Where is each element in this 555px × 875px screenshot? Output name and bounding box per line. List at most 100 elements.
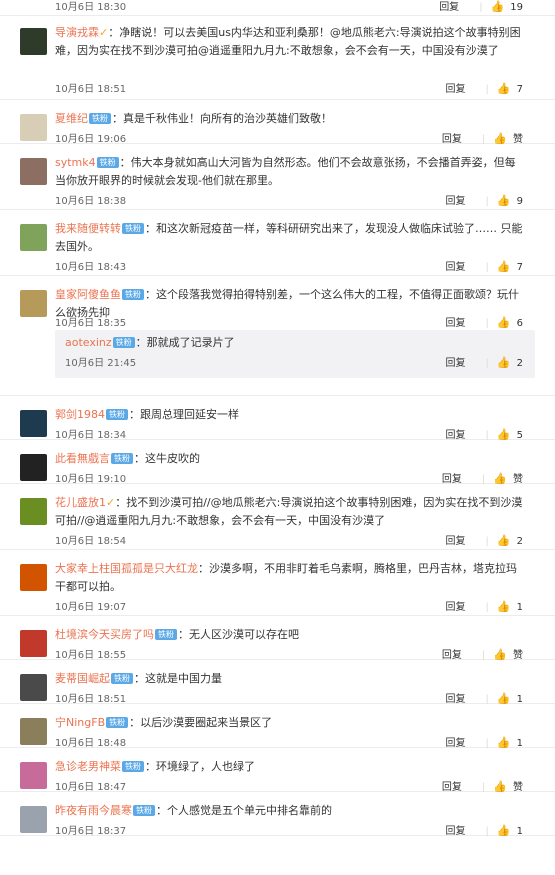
vip-badge-icon: ✓ [106, 496, 116, 509]
comment-date: 10月6日 18:47 [55, 782, 127, 793]
reply-button[interactable]: 回复 [446, 536, 466, 547]
divider: | [485, 358, 489, 369]
commenter-name[interactable]: 昨夜有雨今晨寒 [55, 804, 132, 817]
like-count: 7 [516, 262, 523, 273]
commenter-name[interactable]: sytmk4 [55, 156, 96, 169]
avatar[interactable] [20, 224, 47, 251]
like-count: 1 [516, 602, 523, 613]
fan-badge: 铁粉 [133, 805, 155, 816]
commenter-name[interactable]: 大家幸上柱国孤孤是只大红龙 [55, 562, 198, 575]
comment: 导演戎霖✓：净瞎说！可以去美国us内华达和亚利桑那！@地瓜熊老六:导演说拍这个故… [0, 16, 555, 100]
comment-date: 10月6日 18:48 [55, 738, 127, 749]
avatar[interactable] [20, 630, 47, 657]
comment-date: 10月6日 18:37 [55, 826, 127, 837]
reply-button[interactable]: 回复 [446, 196, 466, 207]
commenter-name[interactable]: 郭剑1984 [55, 408, 105, 421]
reply-button[interactable]: 回复 [446, 318, 466, 329]
comment-body: ：真是千秋伟业！向所有的治沙英雄们致敬！ [112, 112, 332, 125]
thumb-up-icon[interactable]: 👍 [497, 824, 511, 837]
avatar[interactable] [20, 454, 47, 481]
like-count: 2 [516, 358, 523, 369]
thumb-up-icon[interactable]: 👍 [497, 316, 511, 329]
comment-actions: 回复 | 👍 19 [439, 0, 523, 13]
commenter-name[interactable]: 夏维纪 [55, 112, 88, 125]
avatar[interactable] [20, 158, 47, 185]
reply-button[interactable]: 回复 [446, 602, 466, 613]
comment-text: 花儿盛放1✓：找不到沙漠可拍//@地瓜熊老六:导演说拍这个故事特别困难，因为实在… [55, 494, 523, 530]
fan-badge: 铁粉 [96, 157, 119, 168]
commenter-name[interactable]: 导演戎霖 [55, 26, 99, 39]
reply-button[interactable]: 回复 [446, 84, 466, 95]
divider: | [485, 602, 489, 613]
thumb-up-icon[interactable]: 👍 [497, 600, 511, 613]
comment-actions: 回复 | 👍 赞 [442, 470, 523, 485]
divider: | [485, 196, 489, 207]
comment: sytmk4 铁粉 ：伟大本身就如高山大河皆为自然形态。他们不会故意张扬，不会播首弄… [0, 144, 555, 210]
commenter-name[interactable]: 此看無戲言 [55, 452, 110, 465]
thumb-up-icon[interactable]: 👍 [497, 194, 511, 207]
comment-actions: 回复 | 👍 6 [446, 314, 523, 329]
avatar[interactable] [20, 806, 47, 833]
comment-date: 10月6日 18:35 [55, 318, 127, 329]
fan-badge: 铁粉 [122, 223, 144, 234]
comment-actions: 回复 | 👍 7 [446, 80, 523, 95]
thumb-up-icon[interactable]: 👍 [497, 82, 511, 95]
comment-date: 10月6日 18:30 [55, 2, 127, 13]
commenter-name[interactable]: 麦蒂国崛起 [55, 672, 110, 685]
comment-actions: 回复 | 👍 7 [446, 258, 523, 273]
reply-button[interactable]: 回复 [446, 826, 466, 837]
thumb-up-icon[interactable]: 👍 [497, 534, 511, 547]
commenter-name[interactable]: 宁NingFB [55, 716, 105, 729]
comment: 急诊老男神菜 铁粉 ：环境绿了，人也绿了 10月6日 18:47 回复 | 👍 赞 [0, 748, 555, 793]
comment-feed: 10月6日 18:30 回复 | 👍 19 导演戎霖✓：净瞎说！可以去美国us内华达和… [0, 0, 555, 875]
reply-button[interactable]: 回复 [446, 262, 466, 273]
avatar[interactable] [20, 564, 47, 591]
thumb-up-icon[interactable]: 👍 [491, 0, 505, 13]
comment-body: ：这牛皮吹的 [134, 452, 200, 465]
fan-badge: 铁粉 [106, 717, 129, 728]
comment: 宁NingFB 铁粉 ：以后沙漠要圈起来当景区了 10月6日 18:48 回复 | 👍 1 [0, 704, 555, 749]
comment-text: 大家幸上柱国孤孤是只大红龙：沙漠多啊，不用非盯着毛乌素啊，腾格里，巴丹吉林，塔克… [55, 560, 523, 596]
comment: 杜境滨今天买房了吗 铁粉 ：无人区沙漠可以存在吧 10月6日 18:55 回复 | 👍 赞 [0, 616, 555, 661]
reply-body: ：那就成了记录片了 [135, 336, 235, 349]
avatar[interactable] [20, 718, 47, 745]
avatar[interactable] [20, 762, 47, 789]
reply-button[interactable]: 回复 [439, 2, 459, 13]
reply-button[interactable]: 回复 [446, 358, 466, 369]
commenter-name[interactable]: 皇家阿傻鱼鱼 [55, 288, 121, 301]
comment-list: 导演戎霖✓：净瞎说！可以去美国us内华达和亚利桑那！@地瓜熊老六:导演说拍这个故… [0, 16, 555, 837]
avatar[interactable] [20, 114, 47, 141]
thumb-up-icon[interactable]: 👍 [497, 356, 511, 369]
commenter-name[interactable]: 杜境滨今天买房了吗 [55, 628, 154, 641]
avatar[interactable] [20, 28, 47, 55]
avatar[interactable] [20, 498, 47, 525]
avatar[interactable] [20, 410, 47, 437]
thumb-up-icon[interactable]: 👍 [497, 260, 511, 273]
comment-actions: 回复 | 👍 5 [446, 426, 523, 441]
comment-date: 10月6日 18:51 [55, 84, 127, 95]
comment-date: 10月6日 19:07 [55, 602, 127, 613]
commenter-name[interactable]: 急诊老男神菜 [55, 760, 121, 773]
like-count: 7 [516, 84, 523, 95]
comment-text: 导演戎霖✓：净瞎说！可以去美国us内华达和亚利桑那！@地瓜熊老六:导演说拍这个故… [55, 24, 523, 60]
replier-name[interactable]: aotexinz [65, 336, 112, 349]
comment-date: 10月6日 18:54 [55, 536, 127, 547]
comment-text: 夏维纪 铁粉 ：真是千秋伟业！向所有的治沙英雄们致敬！ [55, 110, 523, 128]
comment-text: 宁NingFB 铁粉 ：以后沙漠要圈起来当景区了 [55, 714, 523, 732]
comment: 此看無戲言 铁粉 ：这牛皮吹的 10月6日 19:10 回复 | 👍 赞 [0, 440, 555, 485]
comment-body: ：找不到沙漠可拍//@地瓜熊老六:导演说拍这个故事特别困难，因为实在找不到沙漠可… [55, 496, 523, 527]
comment: 大家幸上柱国孤孤是只大红龙：沙漠多啊，不用非盯着毛乌素啊，腾格里，巴丹吉林，塔克… [0, 550, 555, 616]
comment-date: 10月6日 18:34 [55, 430, 127, 441]
avatar[interactable] [20, 674, 47, 701]
comment-body: ：伟大本身就如高山大河皆为自然形态。他们不会故意张扬，不会播首弄姿，但每当你放开… [55, 156, 516, 187]
comment-text: 急诊老男神菜 铁粉 ：环境绿了，人也绿了 [55, 758, 523, 776]
comment-text: sytmk4 铁粉 ：伟大本身就如高山大河皆为自然形态。他们不会故意张扬，不会播首弄… [55, 154, 523, 190]
commenter-name[interactable]: 我来随便转转 [55, 222, 121, 235]
comment: 麦蒂国崛起 铁粉 ：这就是中国力量 10月6日 18:51 回复 | 👍 1 [0, 660, 555, 705]
fan-badge: 铁粉 [122, 761, 144, 772]
comment-body: ：以后沙漠要圈起来当景区了 [129, 716, 273, 729]
avatar[interactable] [20, 290, 47, 317]
comment: 皇家阿傻鱼鱼 铁粉 ：这个段落我觉得拍得特别差，一个这么伟大的工程，不值得正面歌颂？… [0, 276, 555, 396]
fan-badge: 铁粉 [111, 453, 133, 464]
commenter-name[interactable]: 花儿盛放1 [55, 496, 106, 509]
